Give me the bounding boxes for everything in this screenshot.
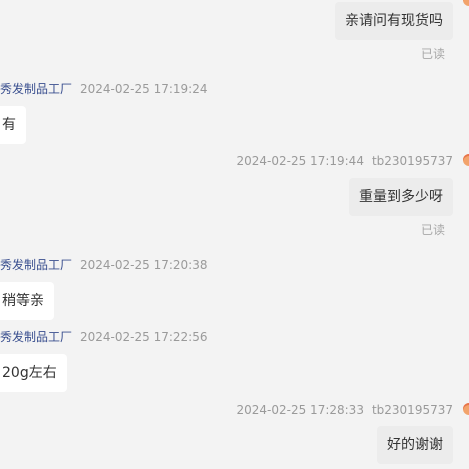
chat-message-list[interactable]: 亲请问有现货吗 已读 新秀发制品工厂2024-02-25 17:19:24 有 …	[0, 0, 469, 469]
message-meta: 新秀发制品工厂 2024-02-25 17:20:38	[0, 258, 207, 272]
sender-name[interactable]: 新秀发制品工厂	[0, 82, 72, 96]
message-meta: 2024-02-25 17:19:44 tb230195737	[237, 154, 454, 168]
read-receipt: 已读	[420, 47, 445, 61]
message-meta: 新秀发制品工厂 2024-02-25 17:19:24	[0, 82, 207, 96]
message-timestamp: 2024-02-25 17:19:44	[236, 154, 364, 168]
message-meta: 新秀发制品工厂 2024-02-25 17:22:56	[0, 330, 207, 344]
chat-bubble-incoming[interactable]: 20g左右	[0, 354, 67, 392]
sender-name[interactable]: 新秀发制品工厂	[0, 258, 72, 272]
message-timestamp: 2024-02-25 17:20:38	[80, 258, 208, 272]
chat-bubble-incoming[interactable]: 稍等亲	[0, 282, 54, 320]
avatar-icon	[463, 403, 469, 415]
chat-bubble-outgoing[interactable]: 重量到多少呀	[349, 178, 453, 216]
sender-name[interactable]: 新秀发制品工厂	[0, 330, 72, 344]
chat-bubble-incoming[interactable]: 有	[0, 106, 26, 144]
chat-bubble-outgoing[interactable]: 亲请问有现货吗	[335, 2, 453, 40]
message-meta: 2024-02-25 17:28:33 tb230195737	[237, 403, 454, 417]
avatar-icon	[463, 154, 469, 166]
avatar-icon	[463, 0, 469, 6]
read-receipt: 已读	[420, 223, 445, 237]
chat-bubble-outgoing[interactable]: 好的谢谢	[377, 426, 453, 464]
message-timestamp: 2024-02-25 17:22:56	[80, 330, 208, 344]
message-timestamp: 2024-02-25 17:19:24	[80, 82, 208, 96]
sender-name[interactable]: tb230195737	[372, 154, 453, 168]
message-timestamp: 2024-02-25 17:28:33	[236, 403, 364, 417]
sender-name[interactable]: tb230195737	[372, 403, 453, 417]
